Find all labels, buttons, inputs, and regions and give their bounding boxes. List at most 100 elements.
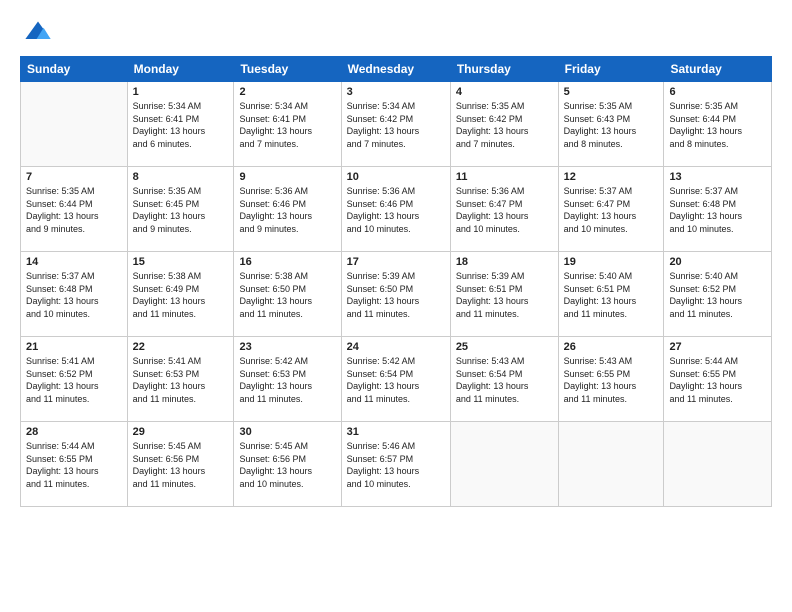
day-number: 21 <box>26 341 122 353</box>
cell-info: Sunrise: 5:44 AMSunset: 6:55 PMDaylight:… <box>26 440 122 490</box>
calendar-cell: 25 Sunrise: 5:43 AMSunset: 6:54 PMDayligh… <box>450 337 558 422</box>
cell-info: Sunrise: 5:34 AMSunset: 6:41 PMDaylight:… <box>239 100 335 150</box>
cell-info: Sunrise: 5:42 AMSunset: 6:53 PMDaylight:… <box>239 355 335 405</box>
cell-info: Sunrise: 5:42 AMSunset: 6:54 PMDaylight:… <box>347 355 445 405</box>
cell-info: Sunrise: 5:39 AMSunset: 6:50 PMDaylight:… <box>347 270 445 320</box>
cell-info: Sunrise: 5:35 AMSunset: 6:43 PMDaylight:… <box>564 100 659 150</box>
calendar-cell: 23Sunrise: 5:42 AMSunset: 6:53 PMDayligh… <box>234 337 341 422</box>
cell-info: Sunrise: 5:36 AMSunset: 6:46 PMDaylight:… <box>239 185 335 235</box>
day-number: 1 <box>133 86 229 98</box>
day-number: 10 <box>347 171 445 183</box>
calendar-cell: 5Sunrise: 5:35 AMSunset: 6:43 PMDaylight… <box>558 82 664 167</box>
col-header-friday: Friday <box>558 57 664 82</box>
calendar-cell: 26 Sunrise: 5:43 AMSunset: 6:55 PMDayligh… <box>558 337 664 422</box>
col-header-monday: Monday <box>127 57 234 82</box>
calendar-week-row: 21 Sunrise: 5:41 AMSunset: 6:52 PMDayligh… <box>21 337 772 422</box>
cell-info: Sunrise: 5:37 AMSunset: 6:47 PMDaylight:… <box>564 185 659 235</box>
day-number: 14 <box>26 256 122 268</box>
day-number: 25 <box>456 341 553 353</box>
day-number: 27 <box>669 341 766 353</box>
page: SundayMondayTuesdayWednesdayThursdayFrid… <box>0 0 792 612</box>
cell-info: Sunrise: 5:40 AMSunset: 6:51 PMDaylight:… <box>564 270 659 320</box>
col-header-sunday: Sunday <box>21 57 128 82</box>
calendar-week-row: 14 Sunrise: 5:37 AMSunset: 6:48 PMDayligh… <box>21 252 772 337</box>
day-number: 20 <box>669 256 766 268</box>
calendar-cell: 3 Sunrise: 5:34 AMSunset: 6:42 PMDaylight… <box>341 82 450 167</box>
day-number: 7 <box>26 171 122 183</box>
calendar-cell: 27 Sunrise: 5:44 AMSunset: 6:55 PMDayligh… <box>664 337 772 422</box>
cell-info: Sunrise: 5:36 AMSunset: 6:46 PMDaylight:… <box>347 185 445 235</box>
col-header-tuesday: Tuesday <box>234 57 341 82</box>
cell-info: Sunrise: 5:39 AMSunset: 6:51 PMDaylight:… <box>456 270 553 320</box>
day-number: 18 <box>456 256 553 268</box>
day-number: 16 <box>239 256 335 268</box>
cell-info: Sunrise: 5:37 AMSunset: 6:48 PMDaylight:… <box>26 270 122 320</box>
calendar-cell <box>558 422 664 507</box>
cell-info: Sunrise: 5:44 AMSunset: 6:55 PMDaylight:… <box>669 355 766 405</box>
day-number: 3 <box>347 86 445 98</box>
calendar-header-row: SundayMondayTuesdayWednesdayThursdayFrid… <box>21 57 772 82</box>
col-header-saturday: Saturday <box>664 57 772 82</box>
calendar-cell <box>450 422 558 507</box>
cell-info: Sunrise: 5:40 AMSunset: 6:52 PMDaylight:… <box>669 270 766 320</box>
day-number: 24 <box>347 341 445 353</box>
calendar-cell: 7 Sunrise: 5:35 AMSunset: 6:44 PMDaylight… <box>21 167 128 252</box>
calendar-cell: 28 Sunrise: 5:44 AMSunset: 6:55 PMDayligh… <box>21 422 128 507</box>
day-number: 8 <box>133 171 229 183</box>
day-number: 9 <box>239 171 335 183</box>
calendar-cell: 9 Sunrise: 5:36 AMSunset: 6:46 PMDaylight… <box>234 167 341 252</box>
logo-icon <box>24 18 52 46</box>
cell-info: Sunrise: 5:35 AMSunset: 6:44 PMDaylight:… <box>669 100 766 150</box>
calendar-cell: 11 Sunrise: 5:36 AMSunset: 6:47 PMDayligh… <box>450 167 558 252</box>
cell-info: Sunrise: 5:41 AMSunset: 6:53 PMDaylight:… <box>133 355 229 405</box>
calendar-cell: 13 Sunrise: 5:37 AMSunset: 6:48 PMDayligh… <box>664 167 772 252</box>
cell-info: Sunrise: 5:46 AMSunset: 6:57 PMDaylight:… <box>347 440 445 490</box>
day-number: 15 <box>133 256 229 268</box>
day-number: 26 <box>564 341 659 353</box>
day-number: 2 <box>239 86 335 98</box>
col-header-thursday: Thursday <box>450 57 558 82</box>
day-number: 29 <box>133 426 229 438</box>
cell-info: Sunrise: 5:35 AMSunset: 6:42 PMDaylight:… <box>456 100 553 150</box>
day-number: 28 <box>26 426 122 438</box>
day-number: 31 <box>347 426 445 438</box>
cell-info: Sunrise: 5:34 AMSunset: 6:42 PMDaylight:… <box>347 100 445 150</box>
calendar-cell: 20 Sunrise: 5:40 AMSunset: 6:52 PMDayligh… <box>664 252 772 337</box>
cell-info: Sunrise: 5:35 AMSunset: 6:45 PMDaylight:… <box>133 185 229 235</box>
calendar-cell: 15Sunrise: 5:38 AMSunset: 6:49 PMDayligh… <box>127 252 234 337</box>
cell-info: Sunrise: 5:43 AMSunset: 6:55 PMDaylight:… <box>564 355 659 405</box>
calendar-week-row: 1 Sunrise: 5:34 AMSunset: 6:41 PMDaylight… <box>21 82 772 167</box>
calendar-cell: 16Sunrise: 5:38 AMSunset: 6:50 PMDayligh… <box>234 252 341 337</box>
calendar-cell: 2 Sunrise: 5:34 AMSunset: 6:41 PMDaylight… <box>234 82 341 167</box>
cell-info: Sunrise: 5:36 AMSunset: 6:47 PMDaylight:… <box>456 185 553 235</box>
calendar-cell: 19Sunrise: 5:40 AMSunset: 6:51 PMDayligh… <box>558 252 664 337</box>
day-number: 17 <box>347 256 445 268</box>
cell-info: Sunrise: 5:34 AMSunset: 6:41 PMDaylight:… <box>133 100 229 150</box>
calendar-cell: 24 Sunrise: 5:42 AMSunset: 6:54 PMDayligh… <box>341 337 450 422</box>
calendar-cell <box>664 422 772 507</box>
calendar-cell: 10 Sunrise: 5:36 AMSunset: 6:46 PMDayligh… <box>341 167 450 252</box>
day-number: 22 <box>133 341 229 353</box>
cell-info: Sunrise: 5:45 AMSunset: 6:56 PMDaylight:… <box>239 440 335 490</box>
cell-info: Sunrise: 5:37 AMSunset: 6:48 PMDaylight:… <box>669 185 766 235</box>
cell-info: Sunrise: 5:43 AMSunset: 6:54 PMDaylight:… <box>456 355 553 405</box>
calendar-cell: 4 Sunrise: 5:35 AMSunset: 6:42 PMDaylight… <box>450 82 558 167</box>
cell-info: Sunrise: 5:45 AMSunset: 6:56 PMDaylight:… <box>133 440 229 490</box>
calendar-cell: 21 Sunrise: 5:41 AMSunset: 6:52 PMDayligh… <box>21 337 128 422</box>
day-number: 6 <box>669 86 766 98</box>
calendar-week-row: 28 Sunrise: 5:44 AMSunset: 6:55 PMDayligh… <box>21 422 772 507</box>
logo <box>20 18 52 46</box>
calendar-week-row: 7 Sunrise: 5:35 AMSunset: 6:44 PMDaylight… <box>21 167 772 252</box>
calendar-cell: 18 Sunrise: 5:39 AMSunset: 6:51 PMDayligh… <box>450 252 558 337</box>
calendar-cell <box>21 82 128 167</box>
day-number: 11 <box>456 171 553 183</box>
calendar-table: SundayMondayTuesdayWednesdayThursdayFrid… <box>20 56 772 507</box>
cell-info: Sunrise: 5:35 AMSunset: 6:44 PMDaylight:… <box>26 185 122 235</box>
day-number: 13 <box>669 171 766 183</box>
calendar-cell: 14 Sunrise: 5:37 AMSunset: 6:48 PMDayligh… <box>21 252 128 337</box>
calendar-cell: 17 Sunrise: 5:39 AMSunset: 6:50 PMDayligh… <box>341 252 450 337</box>
cell-info: Sunrise: 5:41 AMSunset: 6:52 PMDaylight:… <box>26 355 122 405</box>
calendar-cell: 1 Sunrise: 5:34 AMSunset: 6:41 PMDaylight… <box>127 82 234 167</box>
day-number: 4 <box>456 86 553 98</box>
col-header-wednesday: Wednesday <box>341 57 450 82</box>
